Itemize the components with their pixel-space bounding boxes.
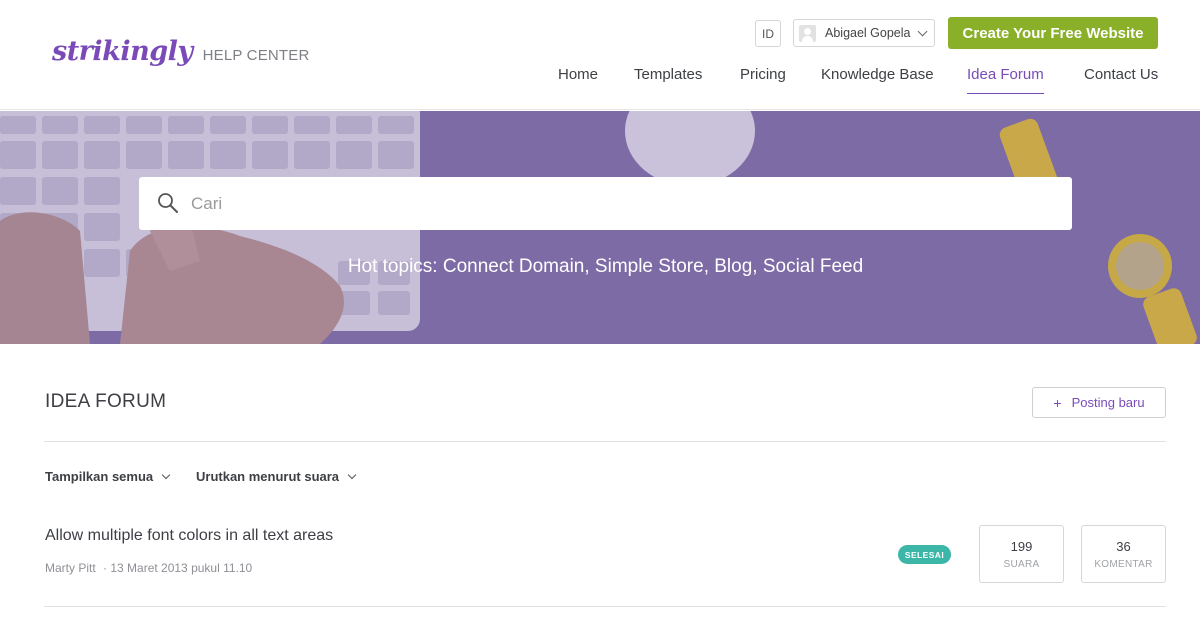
post-meta: Marty Pitt · 13 Maret 2013 pukul 11.10 [45,561,252,575]
post-title-link[interactable]: Allow multiple font colors in all text a… [45,527,333,545]
page-title: IDEA FORUM [45,391,167,412]
search-icon [158,193,178,213]
filter-label: Tampilkan semua [45,469,154,484]
post-date: · 13 Maret 2013 pukul 11.10 [103,561,253,575]
divider [44,441,1166,442]
hero-banner: Hot topics: Connect Domain, Simple Store… [0,111,1200,344]
nav-label: Templates [634,66,703,83]
hot-topics: Hot topics: Connect Domain, Simple Store… [347,256,864,277]
new-post-label: Posting baru [1071,395,1145,410]
comments-label: KOMENTAR [1094,559,1153,570]
votes-box[interactable]: 199 SUARA [979,525,1064,583]
nav-label: Contact Us [1084,66,1159,83]
votes-count: 199 [1010,539,1033,554]
comments-count: 36 [1116,539,1131,554]
nav-home[interactable]: Home [558,66,598,94]
filter-sort-by-votes[interactable]: Urutkan menurut suara [196,469,357,484]
comments-box[interactable]: 36 KOMENTAR [1081,525,1166,583]
nav-label: Pricing [740,66,786,83]
logo-subtitle: HELP CENTER [202,47,310,64]
search-input[interactable] [191,177,1051,230]
post-author[interactable]: Marty Pitt [45,561,96,575]
votes-label: SUARA [1003,559,1040,570]
nav-label: Idea Forum [967,66,1044,83]
chevron-down-icon [347,470,357,479]
nav-idea-forum[interactable]: Idea Forum [967,66,1044,94]
plus-icon: + [1053,394,1062,411]
nav-label: Home [558,66,599,83]
avatar [799,24,816,42]
filter-label: Urutkan menurut suara [196,469,340,484]
status-badge: SELESAI [898,545,951,564]
user-menu[interactable]: Abigael Gopela [793,19,935,47]
site-header: strikingly HELP CENTER ID Abigael Gopela… [0,0,1200,110]
chevron-down-icon [917,26,928,37]
nav-label: Knowledge Base [821,66,934,83]
divider [44,606,1166,607]
logo-wordmark: strikingly [52,36,193,67]
filter-show-all[interactable]: Tampilkan semua [45,469,171,484]
new-post-button[interactable]: + Posting baru [1032,387,1166,418]
language-button[interactable]: ID [755,20,781,47]
create-website-button[interactable]: Create Your Free Website [948,17,1158,49]
search-box[interactable] [139,177,1072,230]
nav-knowledge-base[interactable]: Knowledge Base [821,66,934,94]
user-name: Abigael Gopela [825,26,911,40]
nav-templates[interactable]: Templates [634,66,702,94]
nav-contact-us[interactable]: Contact Us [1084,66,1158,94]
nav-pricing[interactable]: Pricing [740,66,786,94]
logo[interactable]: strikingly HELP CENTER [52,36,310,67]
chevron-down-icon [161,470,171,479]
